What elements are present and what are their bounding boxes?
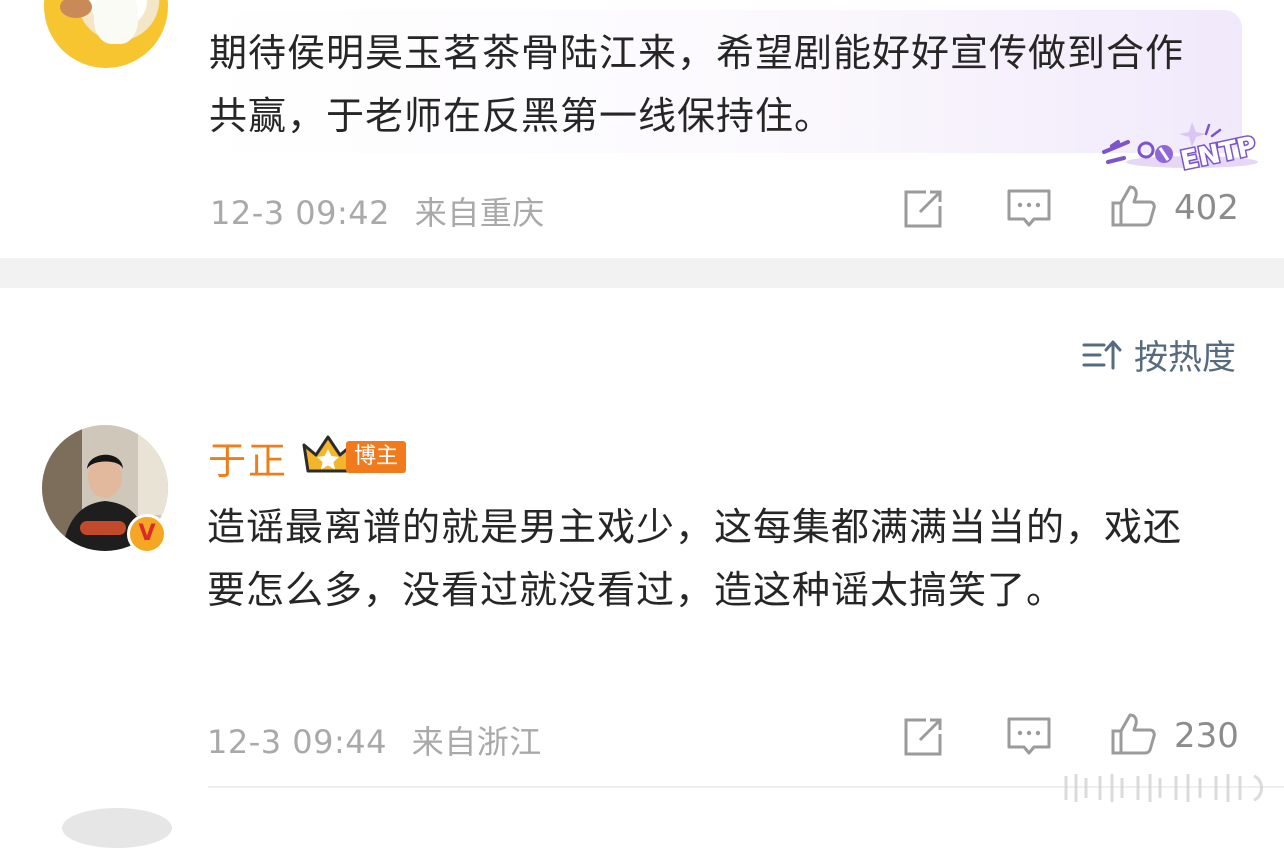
entp-sticker-icon: ENTP [1102,122,1261,174]
comment-icon[interactable] [1006,714,1052,760]
like-count: 230 [1174,716,1239,756]
verified-badge: V [127,514,167,554]
watermark-icon [1064,774,1263,802]
comment-meta: 12-3 09:42 来自重庆 [210,188,545,234]
comment-location: 来自重庆 [414,194,545,232]
sort-by-hot-button[interactable]: 按热度 [1082,330,1236,379]
section-divider [0,258,1284,288]
share-icon[interactable] [900,186,946,232]
username[interactable]: 于正 [208,430,288,485]
comment-icon[interactable] [1006,186,1052,232]
like-count: 402 [1174,188,1239,228]
comment-meta: 12-3 09:44 来自浙江 [207,717,542,763]
next-comment-avatar[interactable] [62,808,172,848]
like-icon[interactable] [1110,183,1156,229]
blogger-badge: 博主 [346,441,407,473]
comment-text: 期待侯明昊玉茗茶骨陆江来，希望剧能好好宣传做到合作共赢，于老师在反黑第一线保持住… [209,31,1185,138]
comment-location: 来自浙江 [411,723,542,761]
comment-time: 12-3 09:44 [207,723,388,761]
like-icon[interactable] [1110,711,1156,757]
comment-time: 12-3 09:42 [210,194,391,232]
comment-text: 造谣最离谱的就是男主戏少，这每集都满满当当的，戏还要怎么多，没看过就没看过，造这… [207,505,1183,612]
commenter-avatar[interactable] [44,0,168,68]
sort-label: 按热度 [1134,338,1236,378]
sort-icon [1082,340,1122,369]
share-icon[interactable] [900,714,946,760]
